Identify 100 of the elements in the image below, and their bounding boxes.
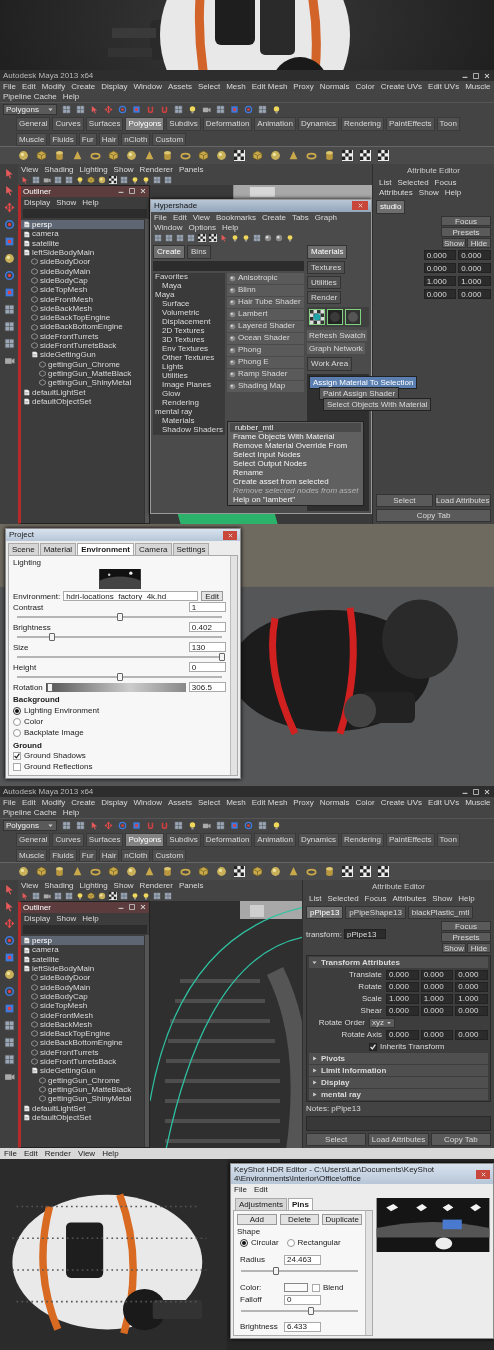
cone-icon[interactable] [144,149,155,161]
scale-icon[interactable] [230,105,239,115]
value-field[interactable]: 0.402 [188,622,226,633]
light-icon[interactable] [188,821,197,831]
category-item[interactable]: Shadow Shaders [153,425,225,435]
tree-item[interactable]: sideFrontMesh [21,1010,144,1020]
sphere-icon[interactable] [126,149,137,161]
camera-icon[interactable] [43,891,51,900]
grid-icon[interactable] [65,891,73,900]
cursor-icon[interactable] [3,900,15,912]
section-header[interactable]: Display [309,1077,488,1089]
tree-item[interactable]: gettingGun_ShinyMetal [21,378,144,388]
checker-icon[interactable] [198,234,206,243]
checker-icon[interactable] [109,175,117,184]
scale-icon[interactable] [230,821,239,831]
category-item[interactable]: Materials [153,416,225,426]
sphere-icon[interactable] [216,149,227,161]
grid-icon[interactable] [258,821,267,831]
cylinder-icon[interactable] [324,149,335,161]
grid-icon[interactable] [120,175,128,184]
category-item[interactable]: 3D Textures [153,335,225,345]
menu-item[interactable]: Edit [253,1185,268,1195]
cursor-icon[interactable] [3,167,15,179]
light-icon[interactable] [131,891,139,900]
menu-item[interactable]: Attributes [392,893,427,904]
menu-item[interactable]: Lighting [79,880,108,890]
menu-item[interactable]: Display [101,82,128,92]
slider-track[interactable] [45,682,186,692]
shelf-tab[interactable]: Subdivs [166,833,201,847]
tree-item[interactable]: sideTopMesh [21,285,144,295]
menu-item[interactable]: Edit UVs [428,798,460,808]
tree-item[interactable]: sideGettingGun [21,1066,144,1076]
node-tab[interactable]: blackPlastic_mtl [407,906,474,920]
sphere-icon[interactable] [98,175,106,184]
shelf-tab[interactable]: nCloth [121,848,151,862]
grid-icon[interactable] [164,891,172,900]
sphere-icon[interactable] [126,865,137,877]
menu-item[interactable]: Select [197,82,221,92]
tree-item[interactable]: sideFrontTurretsBack [21,1057,144,1067]
scale-icon[interactable] [132,105,141,115]
tree-item[interactable]: defaultObjectSet [21,1112,144,1123]
panel-tab[interactable]: Create [153,245,185,259]
shelf-tab[interactable]: Toon [436,833,460,847]
grid-icon[interactable] [258,105,267,115]
grid-icon[interactable] [174,821,183,831]
cone-icon[interactable] [144,865,155,877]
category-item[interactable]: mental ray [153,407,225,417]
grid-icon[interactable] [153,175,161,184]
slider-thumb[interactable] [116,613,123,622]
cube-icon[interactable] [87,891,95,900]
dropdown[interactable]: xyz [369,1017,395,1028]
panel-tab[interactable]: Settings [172,543,210,556]
menu-item[interactable]: Focus [434,177,457,188]
menu-item[interactable]: Show [56,197,77,208]
tree-item[interactable]: defaultObjectSet [21,396,144,407]
shelf-tab[interactable]: Polygons [125,117,165,131]
search-field[interactable] [153,260,304,271]
menu-item[interactable]: Selected [327,893,359,904]
shelf-tab[interactable]: General [16,117,51,131]
menu-item[interactable]: Edit [21,82,36,92]
shelf-tab[interactable]: Hair [98,132,120,146]
scale-icon[interactable] [132,821,141,831]
cone-icon[interactable] [72,865,83,877]
shelf-tab[interactable]: Rendering [341,117,384,131]
tree-item[interactable]: gettingGun_Chrome [21,359,144,369]
maximize-icon[interactable] [472,787,480,796]
shader-item[interactable]: Blinn [227,284,304,296]
shelf-tab[interactable]: Custom [152,132,187,146]
checker-icon[interactable] [360,149,371,161]
tree-item[interactable]: sideFrontTurrets [21,1047,144,1057]
tree-item[interactable]: camera [21,229,144,239]
scale-icon[interactable] [3,235,15,247]
rotate-icon[interactable] [118,821,127,831]
value-field[interactable]: 1 [188,602,226,613]
panel-tab[interactable]: Textures [307,260,346,274]
pin-button[interactable]: Add [237,1213,277,1225]
cube-icon[interactable] [108,149,119,161]
menu-item[interactable]: Help [62,808,80,818]
shader-item[interactable]: Ocean Shader [227,332,304,344]
category-item[interactable]: Surface [153,299,225,309]
grid-icon[interactable] [120,891,128,900]
shelf-tab[interactable]: Toon [436,117,460,131]
menu-item[interactable]: Select Output Nodes [228,458,364,468]
menu-item[interactable]: Window [154,223,183,233]
sphere-icon[interactable] [3,968,15,980]
editor-button[interactable]: Copy Tab [376,509,491,522]
menu-item[interactable]: Display [24,197,51,208]
slider-track[interactable] [17,616,222,619]
menu-item[interactable]: Selected [397,177,429,188]
light-icon[interactable] [286,234,294,243]
cursor-icon[interactable] [3,883,15,895]
value-field[interactable]: 130 [188,642,226,653]
slider-track[interactable] [241,1309,358,1312]
menu-item[interactable]: Show [56,913,77,924]
cylinder-icon[interactable] [324,865,335,877]
category-item[interactable]: Image Planes [153,380,225,390]
cursor-icon[interactable] [3,184,15,196]
cylinder-icon[interactable] [162,865,173,877]
value-field[interactable]: 0.000 [420,1005,454,1016]
shader-item[interactable]: Phong E [227,356,304,368]
